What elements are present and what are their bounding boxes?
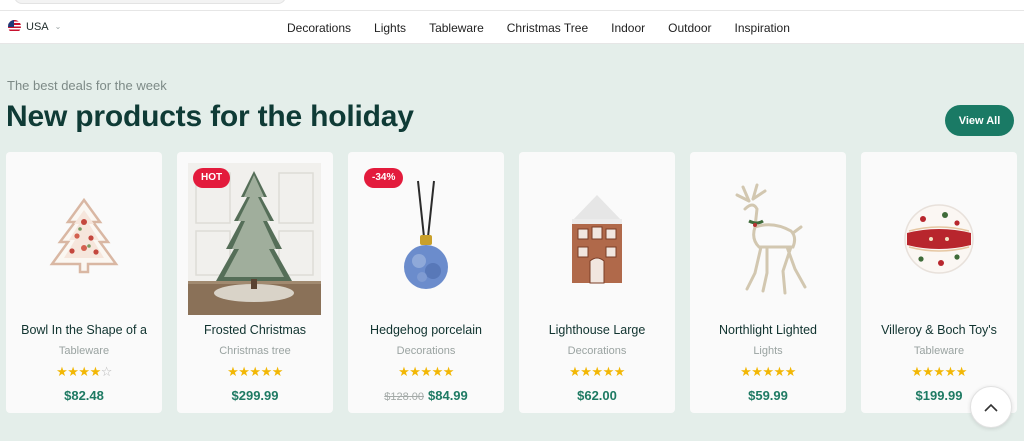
product-price: $128.00 $84.99: [384, 388, 468, 403]
product-price: $82.48: [64, 388, 104, 403]
product-rating: ★★★★★: [740, 364, 796, 379]
product-card[interactable]: HOT Frosted Christmas Christmas tree ★★★…: [177, 152, 333, 413]
region-selector[interactable]: USA ⌄: [8, 20, 61, 33]
product-category: Tableware: [58, 345, 110, 357]
product-category: Tableware: [913, 345, 965, 357]
product-rating: ★★★★★: [911, 364, 967, 379]
product-list: Bowl In the Shape of a Tableware ★★★★☆ $…: [6, 152, 1017, 413]
section-kicker: The best deals for the week: [7, 78, 167, 93]
us-flag-icon: [8, 20, 21, 33]
search-bar-edge: [14, 0, 286, 4]
tree-bowl-icon: [49, 197, 118, 274]
nav-menu: Decorations Lights Tableware Christmas T…: [287, 21, 813, 35]
chevron-up-icon: [984, 403, 998, 412]
product-card[interactable]: -34% Hedgehog porcelain Decorations ★★★★…: [348, 152, 504, 413]
back-to-top-button[interactable]: [970, 386, 1012, 428]
nav-item-christmas-tree[interactable]: Christmas Tree: [507, 21, 588, 35]
product-image[interactable]: [17, 163, 150, 315]
product-rating: ★★★★☆: [56, 364, 112, 379]
product-category: Lights: [753, 345, 783, 357]
product-card[interactable]: Bowl In the Shape of a Tableware ★★★★☆ $…: [6, 152, 162, 413]
nav-item-inspiration[interactable]: Inspiration: [735, 21, 790, 35]
product-name[interactable]: Lighthouse Large: [523, 323, 671, 337]
view-all-button[interactable]: View All: [945, 105, 1014, 136]
product-category: Christmas tree: [219, 345, 291, 357]
bauble-icon: [903, 204, 974, 274]
product-card[interactable]: Villeroy & Boch Toy's Tableware ★★★★★ $1…: [861, 152, 1017, 413]
product-price: $62.00: [577, 388, 617, 403]
product-price: $299.99: [231, 388, 279, 403]
main-nav: USA ⌄ Decorations Lights Tableware Chris…: [0, 11, 1024, 44]
hot-badge: HOT: [193, 168, 231, 188]
top-strip: [0, 0, 1024, 11]
product-rating: ★★★★★: [569, 364, 625, 379]
product-name[interactable]: Hedgehog porcelain: [352, 323, 500, 337]
ornament-icon: [403, 180, 448, 289]
gingerbread-house-icon: [571, 195, 622, 284]
product-card[interactable]: Lighthouse Large Decorations ★★★★★ $62.0…: [519, 152, 675, 413]
chevron-down-icon: ⌄: [54, 22, 62, 31]
nav-item-lights[interactable]: Lights: [374, 21, 406, 35]
product-rating: ★★★★★: [398, 364, 454, 379]
product-name[interactable]: Frosted Christmas: [181, 323, 329, 337]
product-category: Decorations: [567, 345, 627, 357]
nav-item-indoor[interactable]: Indoor: [611, 21, 645, 35]
nav-item-decorations[interactable]: Decorations: [287, 21, 351, 35]
nav-item-tableware[interactable]: Tableware: [429, 21, 484, 35]
nav-item-outdoor[interactable]: Outdoor: [668, 21, 711, 35]
product-name[interactable]: Northlight Lighted: [694, 323, 842, 337]
product-price: $59.99: [748, 388, 788, 403]
product-name[interactable]: Villeroy & Boch Toy's: [865, 323, 1013, 337]
reindeer-icon: [735, 183, 806, 295]
product-rating: ★★★★★: [227, 364, 283, 379]
region-label: USA: [26, 20, 49, 33]
product-card[interactable]: Northlight Lighted Lights ★★★★★ $59.99: [690, 152, 846, 413]
product-name[interactable]: Bowl In the Shape of a: [10, 323, 158, 337]
product-image[interactable]: [701, 163, 834, 315]
old-price: $128.00: [384, 391, 424, 403]
product-image[interactable]: [872, 163, 1005, 315]
product-category: Decorations: [396, 345, 456, 357]
section-title: New products for the holiday: [6, 100, 414, 133]
discount-badge: -34%: [364, 168, 404, 188]
product-image[interactable]: [530, 163, 663, 315]
